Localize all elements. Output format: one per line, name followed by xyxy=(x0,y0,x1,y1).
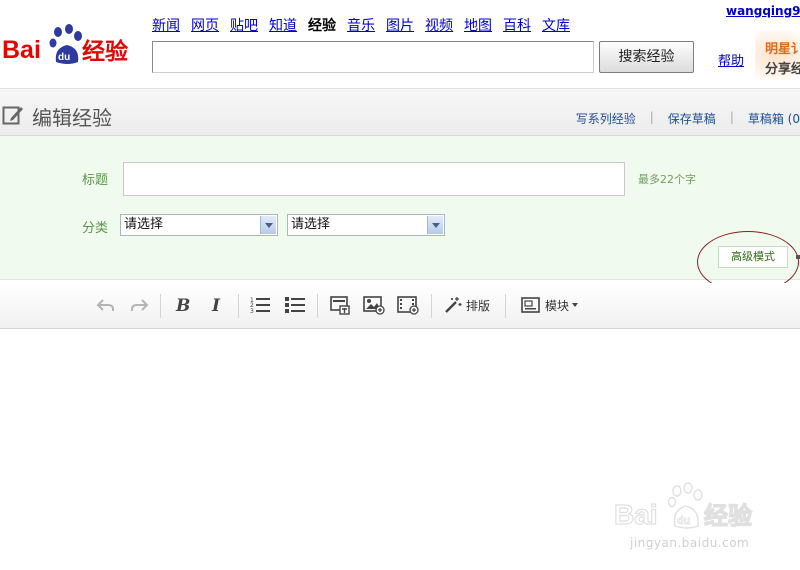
nav-zhidao[interactable]: 知道 xyxy=(269,16,297,36)
username-link[interactable]: wangqing980 xyxy=(726,4,800,18)
toolbar-divider xyxy=(160,294,161,318)
save-draft-link[interactable]: 保存草稿 xyxy=(668,110,716,127)
chevron-down-icon xyxy=(260,216,276,234)
divider: | xyxy=(649,110,654,124)
bold-icon[interactable]: B xyxy=(172,293,194,317)
insert-image-icon[interactable] xyxy=(361,293,387,317)
nav-jingyan[interactable]: 经验 xyxy=(308,16,336,36)
divider: | xyxy=(729,110,734,124)
edit-icon xyxy=(2,104,24,126)
svg-text:经验: 经验 xyxy=(704,502,752,530)
toolbar-divider xyxy=(505,294,506,318)
promo-line-1[interactable]: 明星讠 xyxy=(765,38,800,57)
chevron-down-icon xyxy=(427,216,443,234)
nav-map[interactable]: 地图 xyxy=(464,16,492,36)
redo-icon[interactable] xyxy=(127,293,151,317)
title-bar: 编辑经验 写系列经验 | 保存草稿 | 草稿箱 (0 xyxy=(0,88,800,136)
form-panel: 标题 最多22个字 分类 请选择 请选择 高级模式 xyxy=(0,136,800,293)
select-value: 请选择 xyxy=(124,217,164,232)
nav-music[interactable]: 音乐 xyxy=(347,16,375,36)
layout-button[interactable]: 排版 xyxy=(443,293,490,317)
svg-text:Bai: Bai xyxy=(2,36,41,64)
nav-web[interactable]: 网页 xyxy=(191,16,219,36)
italic-icon[interactable]: I xyxy=(206,293,228,317)
insert-text-box-icon[interactable] xyxy=(327,293,353,317)
edge-marker xyxy=(796,255,800,259)
category-label: 分类 xyxy=(82,221,109,236)
title-actions: 写系列经验 | 保存草稿 | 草稿箱 (0 xyxy=(576,110,800,127)
title-label: 标题 xyxy=(82,173,109,188)
toolbar-divider xyxy=(317,294,318,318)
toolbar-divider xyxy=(238,294,239,318)
title-hint: 最多22个字 xyxy=(638,173,696,186)
promo-line-2[interactable]: 分享经 xyxy=(765,58,800,77)
module-label: 模块 xyxy=(545,298,570,313)
nav-images[interactable]: 图片 xyxy=(386,16,414,36)
caret-down-icon xyxy=(572,303,579,307)
nav-video[interactable]: 视频 xyxy=(425,16,453,36)
title-input[interactable] xyxy=(123,162,625,196)
top-nav: 新闻 网页 贴吧 知道 经验 音乐 图片 视频 地图 百科 文库 xyxy=(152,16,581,36)
svg-text:du: du xyxy=(58,52,70,63)
undo-icon[interactable] xyxy=(94,293,118,317)
category-select-secondary[interactable]: 请选择 xyxy=(287,214,445,236)
svg-text:I: I xyxy=(211,296,221,315)
ordered-list-icon[interactable]: 1 2 3 xyxy=(249,293,273,317)
select-value: 请选择 xyxy=(291,217,331,232)
nav-tieba[interactable]: 贴吧 xyxy=(230,16,258,36)
drafts-link[interactable]: 草稿箱 (0 xyxy=(748,110,800,127)
unordered-list-icon[interactable] xyxy=(283,293,307,317)
editor-toolbar: B I 1 2 3 排版 模块 xyxy=(0,283,800,329)
module-dropdown[interactable]: 模块 xyxy=(520,293,579,317)
svg-text:经验: 经验 xyxy=(82,38,128,65)
category-select-primary[interactable]: 请选择 xyxy=(120,214,278,236)
baidu-jingyan-logo[interactable]: du Bai 经验 xyxy=(2,24,138,70)
search-button[interactable]: 搜索经验 xyxy=(599,41,694,73)
nav-wenku[interactable]: 文库 xyxy=(542,16,570,36)
insert-video-icon[interactable] xyxy=(395,293,421,317)
page-title: 编辑经验 xyxy=(32,106,112,130)
module-icon xyxy=(520,296,542,314)
nav-baike[interactable]: 百科 xyxy=(503,16,531,36)
help-link[interactable]: 帮助 xyxy=(718,50,744,69)
watermark-url: jingyan.baidu.com xyxy=(630,536,750,550)
svg-text:B: B xyxy=(175,296,190,315)
toolbar-divider xyxy=(431,294,432,318)
write-series-link[interactable]: 写系列经验 xyxy=(576,110,636,127)
magic-wand-icon xyxy=(443,296,463,314)
search-input[interactable] xyxy=(152,41,594,73)
svg-text:3: 3 xyxy=(250,308,254,314)
nav-news[interactable]: 新闻 xyxy=(152,16,180,36)
svg-text:du: du xyxy=(677,515,690,527)
layout-label: 排版 xyxy=(466,298,491,313)
svg-text:Bai: Bai xyxy=(614,499,658,530)
